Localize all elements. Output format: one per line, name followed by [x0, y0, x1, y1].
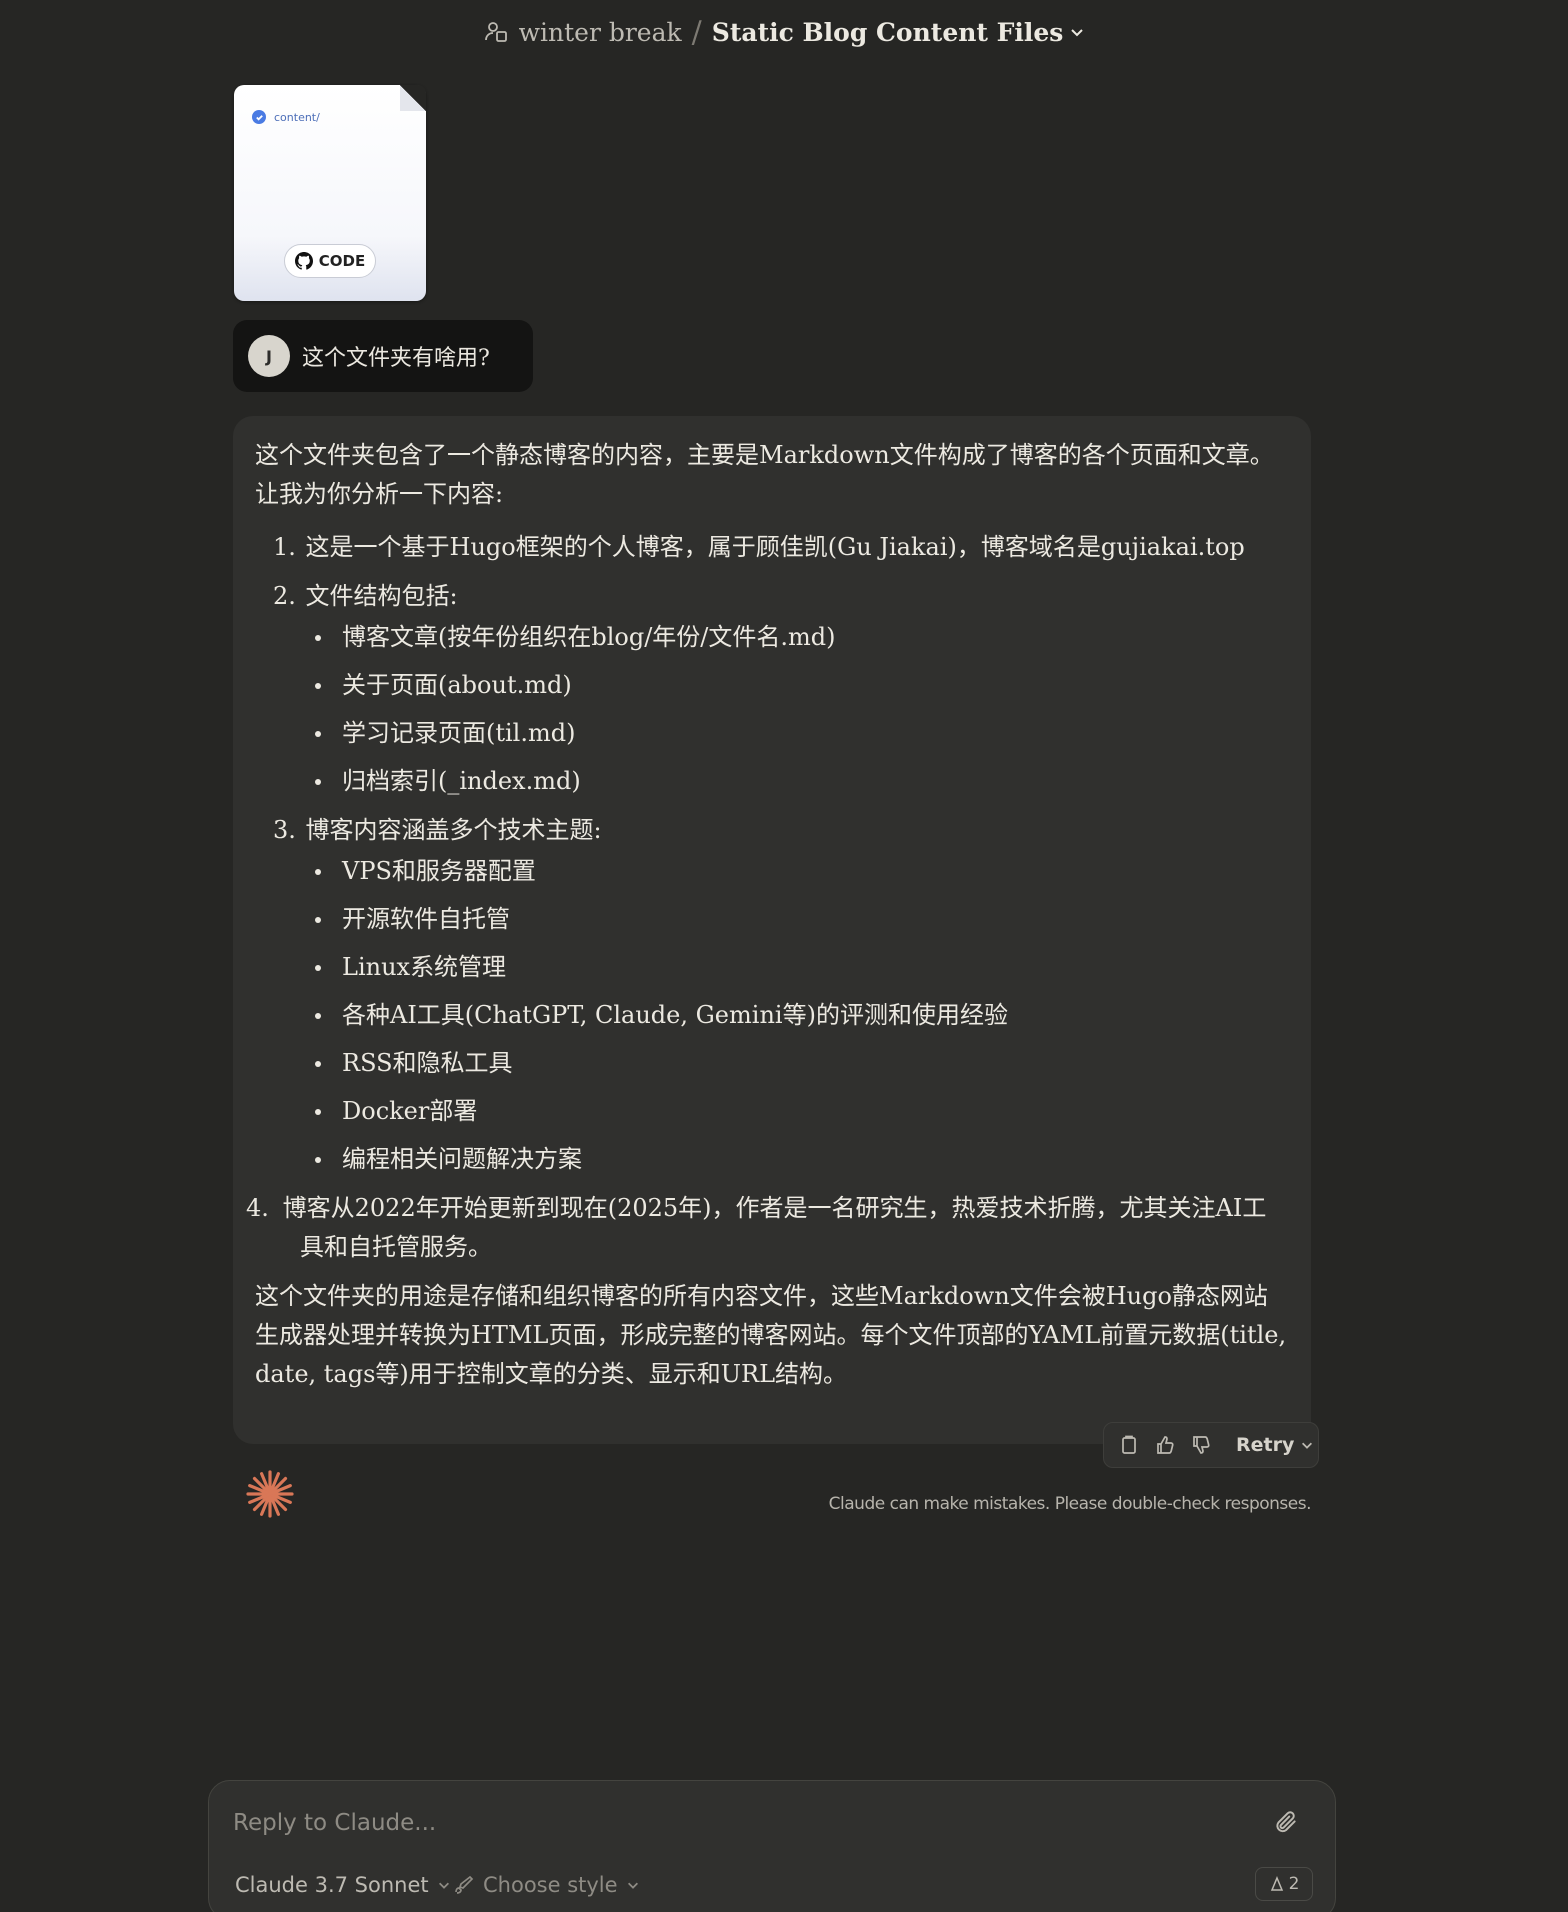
check-icon	[252, 110, 266, 124]
attachment-card[interactable]: content/ CODE	[234, 85, 426, 301]
project-name[interactable]: winter break	[519, 18, 682, 47]
assistant-outro: 这个文件夹的用途是存储和组织博客的所有内容文件，这些Markdown文件会被Hu…	[255, 1282, 1287, 1388]
brush-icon	[455, 1875, 474, 1894]
chevron-down-icon	[438, 1882, 449, 1889]
project-icon	[484, 22, 507, 42]
disclaimer-text: Claude can make mistakes. Please double-…	[828, 1494, 1312, 1514]
bullet-item: 编程相关问题解决方案	[315, 1140, 1289, 1179]
bullet-item: Linux系统管理	[315, 948, 1289, 987]
page-fold	[400, 85, 426, 111]
style-selector[interactable]: Choose style	[453, 1873, 640, 1897]
attachment-path: content/	[252, 110, 320, 124]
bullet-item: 开源软件自托管	[315, 900, 1289, 939]
code-badge: CODE	[284, 244, 376, 278]
thumbs-up-icon[interactable]	[1154, 1434, 1176, 1456]
topic-bullet-list: VPS和服务器配置 开源软件自托管 Linux系统管理 各种AI工具(ChatG…	[273, 852, 1289, 1179]
message-actions: Retry	[1103, 1422, 1319, 1468]
github-icon	[294, 252, 313, 270]
bullet-item: RSS和隐私工具	[315, 1044, 1289, 1083]
bullet-item: 各种AI工具(ChatGPT, Claude, Gemini等)的评测和使用经验	[315, 996, 1289, 1035]
avatar: J	[248, 335, 290, 377]
chevron-down-icon[interactable]	[1069, 24, 1085, 40]
chevron-down-icon	[627, 1882, 638, 1889]
user-icon	[1270, 1876, 1283, 1891]
user-message: J 这个文件夹有啥用?	[233, 320, 533, 392]
claude-spark-icon	[246, 1470, 294, 1518]
assistant-intro: 这个文件夹包含了一个静态博客的内容，主要是Markdown文件构成了博客的各个页…	[255, 441, 1274, 508]
bullet-item: Docker部署	[315, 1092, 1289, 1131]
breadcrumb-separator: /	[691, 14, 702, 50]
list-item: 1. 这是一个基于Hugo框架的个人博客，属于顾佳凯(Gu Jiakai)，博客…	[273, 533, 1245, 561]
bullet-item: 博客文章(按年份组织在blog/年份/文件名.md)	[315, 618, 1289, 657]
assistant-ordered-list: 1. 这是一个基于Hugo框架的个人博客，属于顾佳凯(Gu Jiakai)，博客…	[246, 528, 1289, 1267]
list-item: 3. 博客内容涵盖多个技术主题: VPS和服务器配置 开源软件自托管 Linux…	[273, 811, 1289, 1179]
usage-count-badge[interactable]: 2	[1255, 1867, 1313, 1901]
copy-icon[interactable]	[1118, 1434, 1140, 1456]
reply-composer: Claude 3.7 Sonnet Choose style 2	[208, 1780, 1336, 1912]
chevron-down-icon	[1302, 1442, 1313, 1449]
list-item: 2. 文件结构包括: 博客文章(按年份组织在blog/年份/文件名.md) 关于…	[273, 577, 1289, 801]
chat-header: winter break / Static Blog Content Files	[0, 0, 1568, 64]
assistant-message: 这个文件夹包含了一个静态博客的内容，主要是Markdown文件构成了博客的各个页…	[233, 416, 1311, 1444]
paperclip-icon[interactable]	[1273, 1809, 1299, 1835]
model-selector[interactable]: Claude 3.7 Sonnet	[235, 1873, 451, 1897]
bullet-item: 关于页面(about.md)	[315, 666, 1289, 705]
bullet-item: 归档索引(_index.md)	[315, 762, 1289, 801]
user-message-text: 这个文件夹有啥用?	[302, 346, 490, 371]
chat-title[interactable]: Static Blog Content Files	[712, 18, 1064, 47]
attachment-path-text: content/	[274, 110, 320, 124]
reply-input[interactable]	[233, 1803, 1233, 1843]
bullet-item: VPS和服务器配置	[315, 852, 1289, 891]
list-item: 4. 博客从2022年开始更新到现在(2025年)，作者是一名研究生，热爱技术折…	[246, 1194, 1267, 1261]
retry-button[interactable]: Retry	[1236, 1434, 1314, 1456]
code-badge-label: CODE	[318, 252, 366, 270]
thumbs-down-icon[interactable]	[1190, 1434, 1212, 1456]
bullet-item: 学习记录页面(til.md)	[315, 714, 1289, 753]
structure-bullet-list: 博客文章(按年份组织在blog/年份/文件名.md) 关于页面(about.md…	[273, 618, 1289, 801]
